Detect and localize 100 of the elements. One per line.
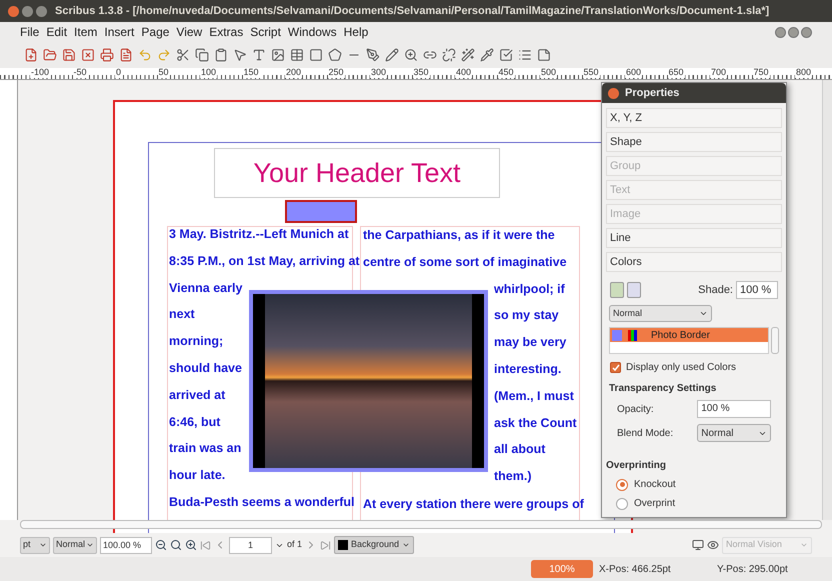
folder-icon[interactable] — [43, 48, 57, 62]
note-icon[interactable] — [537, 48, 551, 62]
unlink-icon[interactable] — [442, 48, 456, 62]
body-text-line: ask the Count — [494, 414, 577, 431]
menu-item[interactable]: Script — [250, 23, 281, 41]
ruler-label: 150 — [242, 68, 260, 78]
body-text-line: At every station there were groups of — [363, 496, 584, 512]
first-page-icon[interactable] — [200, 540, 211, 550]
body-text-line: the Carpathians, as if it were the — [363, 227, 555, 243]
body-text-line: train was an — [169, 440, 242, 456]
menu-item[interactable]: Extras — [209, 23, 244, 41]
rgb-icon — [628, 330, 637, 340]
section-button[interactable]: X, Y, Z — [606, 108, 782, 128]
ruler-label: 200 — [285, 68, 302, 78]
vertical-scrollbar[interactable] — [822, 80, 832, 520]
text-frame-icon[interactable] — [252, 48, 266, 62]
blend-mode-label: Blend Mode: — [617, 426, 674, 440]
body-text-line: morning; — [169, 333, 224, 350]
checkbox-label: Display only used Colors — [626, 361, 736, 375]
body-text-line: whirlpool; if — [494, 280, 565, 297]
ruler-label: 250 — [328, 68, 345, 78]
last-page-icon[interactable] — [320, 540, 332, 550]
body-text-line: 8:35 P.M., on 1st May, arriving at — [169, 252, 360, 269]
page-field[interactable]: 1 — [229, 536, 272, 554]
section-button[interactable]: Colors — [606, 252, 782, 272]
zoom-icon[interactable] — [404, 48, 418, 62]
opacity-label: Opacity: — [617, 402, 655, 416]
ruler-label: 750 — [752, 68, 770, 78]
radio-button[interactable] — [616, 478, 628, 490]
print-icon[interactable] — [100, 48, 114, 62]
section-button[interactable]: Line — [606, 228, 782, 248]
wand-icon[interactable] — [461, 48, 475, 62]
line-color-icon[interactable] — [610, 282, 624, 298]
menu-item[interactable]: Windows — [288, 23, 337, 41]
unit-dropdown[interactable]: pt — [20, 536, 50, 554]
list-scrollbar[interactable] — [771, 327, 779, 354]
menu-item[interactable]: File — [20, 23, 40, 41]
layer-color-swatch — [338, 540, 348, 550]
blend-mode-dropdown[interactable]: Normal — [697, 424, 771, 442]
pentagon-icon[interactable] — [328, 48, 342, 62]
restore-icon[interactable] — [788, 26, 799, 38]
monitor-icon[interactable] — [692, 539, 704, 551]
new-document-icon[interactable] — [24, 48, 38, 62]
pencil-icon[interactable] — [385, 48, 399, 62]
save-icon[interactable] — [62, 48, 76, 62]
page-count: of 1 — [287, 538, 302, 552]
color-name: Photo Border — [651, 328, 710, 342]
menu-item[interactable]: Edit — [46, 23, 68, 41]
zoom-indicator: 100% — [531, 560, 593, 578]
zoom-out-icon[interactable] — [155, 539, 167, 551]
eye-icon[interactable] — [707, 539, 719, 551]
menu-item[interactable]: View — [176, 23, 202, 41]
mode-dropdown[interactable]: Normal — [53, 536, 97, 554]
zoom-reset-icon[interactable] — [170, 539, 182, 551]
zoom-field[interactable]: 100.00 % — [100, 536, 152, 554]
close-icon[interactable] — [608, 88, 619, 98]
close-icon[interactable] — [8, 6, 19, 16]
radio-button[interactable] — [616, 498, 628, 510]
body-text-line: Buda-Pesth seems a wonderful — [169, 494, 354, 510]
table-icon[interactable] — [290, 48, 304, 62]
ruler-label: 450 — [498, 68, 515, 78]
close-document-icon[interactable] — [81, 48, 95, 62]
pointer-icon[interactable] — [233, 48, 247, 62]
pen-icon[interactable] — [366, 48, 380, 62]
shade-field[interactable]: 100 % — [736, 281, 778, 299]
body-text-line: (Mem., I must — [494, 388, 574, 404]
document-icon[interactable] — [119, 48, 133, 62]
eyedropper-icon[interactable] — [480, 48, 494, 62]
menu-item[interactable]: Insert — [104, 23, 134, 41]
window-title: Scribus 1.3.8 - [/home/nuveda/Documents/Selvamani/Documents/Selvamani/Personal/TamilMagazine/TranslationWorks/Document-1.sla*] — [55, 4, 770, 19]
zoom-in-icon[interactable] — [185, 539, 197, 551]
body-text-line: arrived at — [169, 386, 226, 403]
chevron-down-icon — [86, 541, 94, 549]
color-list-item[interactable]: Photo Border — [610, 328, 768, 342]
mode-dropdown[interactable]: Normal — [609, 305, 712, 322]
minimize-icon[interactable] — [775, 26, 786, 38]
menu-item[interactable]: Help — [344, 23, 368, 41]
close-icon[interactable] — [801, 26, 812, 38]
minimize-icon[interactable] — [22, 6, 33, 16]
layer-dropdown[interactable]: Background — [334, 536, 414, 554]
radio-label: Knockout — [634, 478, 676, 492]
scissors-icon[interactable] — [176, 48, 190, 62]
menu-item[interactable]: Item — [74, 23, 98, 41]
ruler-label: 700 — [710, 68, 728, 78]
section-button[interactable]: Shape — [606, 132, 782, 152]
horizontal-scrollbar[interactable] — [20, 520, 822, 529]
square-icon[interactable] — [309, 48, 323, 62]
body-text-line: should have — [169, 360, 242, 376]
ruler-label: -100 — [30, 68, 50, 78]
fill-color-icon[interactable] — [627, 282, 641, 298]
header-text: Your Header Text — [253, 156, 461, 190]
clipboard-icon[interactable] — [214, 48, 228, 62]
copy-icon[interactable] — [195, 48, 209, 62]
opacity-field[interactable]: 100 % — [697, 400, 771, 418]
ruler-label: 500 — [540, 68, 558, 78]
maximize-icon[interactable] — [36, 6, 47, 16]
checkbox-icon[interactable] — [499, 48, 513, 62]
checkbox[interactable] — [610, 362, 621, 373]
menu-item[interactable]: Page — [141, 23, 170, 41]
image-frame-icon[interactable] — [271, 48, 285, 62]
